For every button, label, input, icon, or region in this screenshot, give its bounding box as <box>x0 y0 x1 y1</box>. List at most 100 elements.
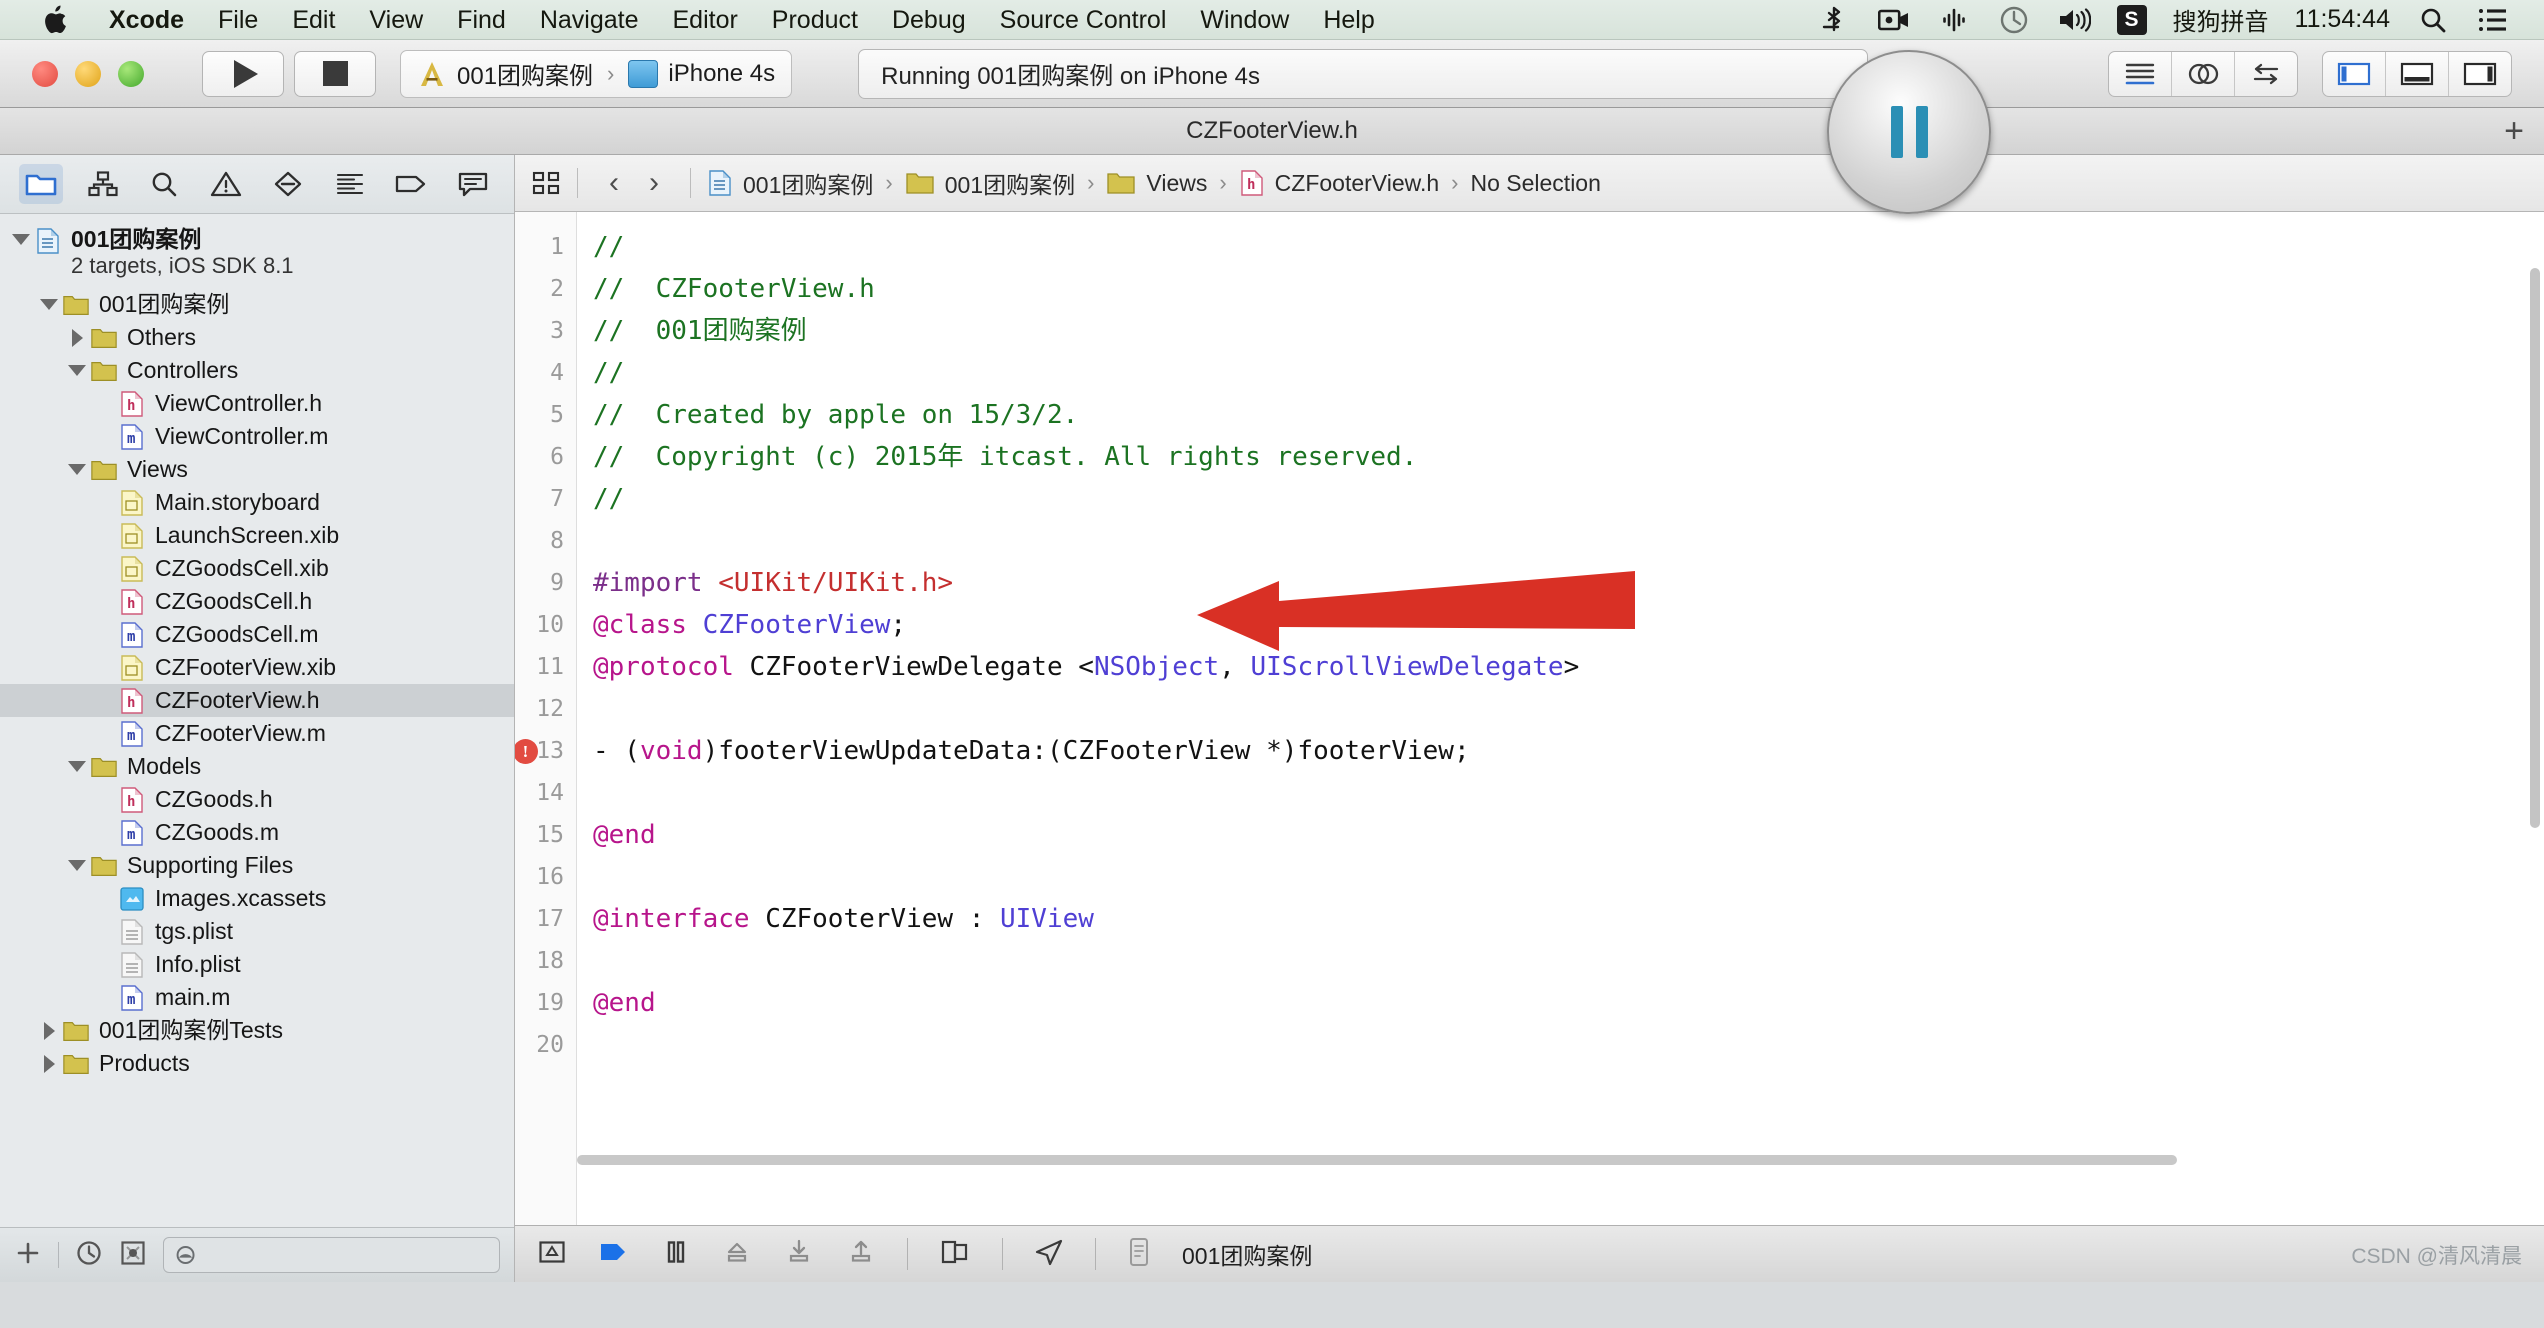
code-line[interactable] <box>593 1024 2544 1066</box>
horizontal-scroll-thumb[interactable] <box>577 1155 2177 1165</box>
menu-item-help[interactable]: Help <box>1306 0 1391 40</box>
tree-item[interactable]: Images.xcassets <box>0 882 514 915</box>
code-line[interactable]: @interface CZFooterView : UIView <box>593 898 2544 940</box>
process-icon[interactable] <box>1126 1237 1152 1272</box>
tree-item-project-root[interactable]: 001团购案例 2 targets, iOS SDK 8.1 <box>0 224 514 288</box>
disclosure-triangle[interactable] <box>8 226 34 252</box>
continue-icon[interactable] <box>597 1238 631 1271</box>
code-line[interactable]: #import <UIKit/UIKit.h> <box>593 562 2544 604</box>
project-navigator-tree[interactable]: 001团购案例 2 targets, iOS SDK 8.1 001团购案例 Othe… <box>0 214 514 1227</box>
tree-item[interactable]: Others <box>0 321 514 354</box>
input-method-badge[interactable]: S <box>2116 4 2147 35</box>
step-over-icon[interactable] <box>721 1238 753 1271</box>
breadcrumb-item[interactable]: Views <box>1106 169 1207 197</box>
disclosure-triangle[interactable] <box>36 1051 62 1077</box>
tree-item[interactable]: m CZGoodsCell.m <box>0 618 514 651</box>
code-area[interactable]: 1 2 3 4 5 6 7 8 9 10 11 12! 13 14 15 16 17 18 19 20 //// CZ… <box>515 212 2544 1225</box>
disclosure-triangle[interactable] <box>64 754 90 780</box>
source-control-filter-icon[interactable] <box>119 1239 147 1272</box>
vertical-scrollbar[interactable] <box>2528 268 2542 1169</box>
search-icon[interactable] <box>2416 3 2450 37</box>
recent-files-icon[interactable] <box>75 1239 103 1272</box>
tree-item[interactable]: CZFooterView.xib <box>0 651 514 684</box>
menu-item-source-control[interactable]: Source Control <box>983 0 1184 40</box>
toggle-navigator-icon[interactable] <box>2323 51 2386 96</box>
step-out-icon[interactable] <box>845 1238 877 1271</box>
code-line[interactable] <box>593 688 2544 730</box>
view-hierarchy-icon[interactable] <box>938 1238 972 1271</box>
menu-item-find[interactable]: Find <box>440 0 523 40</box>
tree-item[interactable]: Info.plist <box>0 948 514 981</box>
menu-item-view[interactable]: View <box>352 0 440 40</box>
tree-item[interactable]: h ViewController.h <box>0 387 514 420</box>
stop-button[interactable] <box>294 50 376 97</box>
back-button[interactable]: ‹ <box>594 166 634 200</box>
code-line[interactable]: - (void)footerViewUpdateData:(CZFooterVi… <box>593 730 2544 772</box>
code-line[interactable] <box>593 520 2544 562</box>
menu-bar-clock[interactable]: 11:54:44 <box>2295 5 2390 34</box>
code-line[interactable]: // 001团购案例 <box>593 310 2544 352</box>
minimize-button[interactable] <box>75 60 101 87</box>
close-button[interactable] <box>32 60 58 87</box>
add-icon[interactable] <box>14 1239 42 1272</box>
vertical-scroll-thumb[interactable] <box>2530 268 2540 828</box>
debug-navigator-icon[interactable] <box>328 164 372 204</box>
disclosure-triangle[interactable] <box>64 358 90 384</box>
tree-item[interactable]: Supporting Files <box>0 849 514 882</box>
tree-item[interactable]: Views <box>0 453 514 486</box>
menu-item-xcode[interactable]: Xcode <box>92 0 201 40</box>
code-line[interactable]: // <box>593 478 2544 520</box>
related-items-icon[interactable] <box>531 169 561 197</box>
airplay-icon[interactable] <box>1937 3 1971 37</box>
code-line[interactable] <box>593 940 2544 982</box>
menu-item-window[interactable]: Window <box>1183 0 1306 40</box>
step-into-icon[interactable] <box>783 1238 815 1271</box>
disclosure-triangle[interactable] <box>36 292 62 318</box>
horizontal-scrollbar[interactable] <box>577 1155 2528 1167</box>
apple-menu-icon[interactable] <box>40 4 70 36</box>
code-line[interactable] <box>593 772 2544 814</box>
tree-item[interactable]: Products <box>0 1047 514 1080</box>
menu-item-debug[interactable]: Debug <box>875 0 983 40</box>
filter-input[interactable] <box>163 1237 500 1273</box>
breakpoint-navigator-icon[interactable] <box>389 164 433 204</box>
menu-item-file[interactable]: File <box>201 0 275 40</box>
tree-item[interactable]: Controllers <box>0 354 514 387</box>
code-text[interactable]: // // CZFooterView.h // 001团购案例 // // Create… <box>577 212 2544 1225</box>
volume-icon[interactable] <box>2057 3 2091 37</box>
tree-item[interactable]: h CZGoods.h <box>0 783 514 816</box>
find-navigator-icon[interactable] <box>142 164 186 204</box>
line-number-gutter[interactable]: 1 2 3 4 5 6 7 8 9 10 11 12! 13 14 15 16 17 18 19 20 <box>515 212 577 1225</box>
menu-item-product[interactable]: Product <box>755 0 875 40</box>
tree-item[interactable]: m CZFooterView.m <box>0 717 514 750</box>
screen-recorder-icon[interactable] <box>1877 3 1911 37</box>
breadcrumb-item[interactable]: 001团购案例 <box>707 166 873 200</box>
disclosure-triangle[interactable] <box>64 853 90 879</box>
bluetooth-icon[interactable] <box>1817 3 1851 37</box>
disclosure-triangle[interactable] <box>64 325 90 351</box>
run-button[interactable] <box>202 50 284 97</box>
code-line[interactable]: @end <box>593 814 2544 856</box>
tree-item[interactable]: h CZFooterView.h <box>0 684 514 717</box>
tree-item[interactable]: Models <box>0 750 514 783</box>
menu-item-edit[interactable]: Edit <box>275 0 352 40</box>
tree-item[interactable]: Main.storyboard <box>0 486 514 519</box>
forward-button[interactable]: › <box>634 166 674 200</box>
code-line[interactable]: // Created by apple on 15/3/2. <box>593 394 2544 436</box>
filter-text-input[interactable] <box>205 1242 489 1268</box>
code-line[interactable]: // <box>593 226 2544 268</box>
toggle-debug-area-icon[interactable] <box>2386 51 2449 96</box>
plus-icon[interactable]: + <box>2504 114 2524 148</box>
disclosure-triangle[interactable] <box>36 1018 62 1044</box>
tree-item[interactable]: tgs.plist <box>0 915 514 948</box>
code-line[interactable]: @end <box>593 982 2544 1024</box>
disclosure-triangle[interactable] <box>64 457 90 483</box>
menu-item-navigate[interactable]: Navigate <box>523 0 656 40</box>
tree-item[interactable]: CZGoodsCell.xib <box>0 552 514 585</box>
code-line[interactable]: // <box>593 352 2544 394</box>
zoom-button[interactable] <box>118 60 144 87</box>
toggle-utilities-icon[interactable] <box>2449 52 2511 96</box>
report-navigator-icon[interactable] <box>451 164 495 204</box>
error-marker[interactable]: ! <box>515 739 538 764</box>
tree-item[interactable]: h CZGoodsCell.h <box>0 585 514 618</box>
